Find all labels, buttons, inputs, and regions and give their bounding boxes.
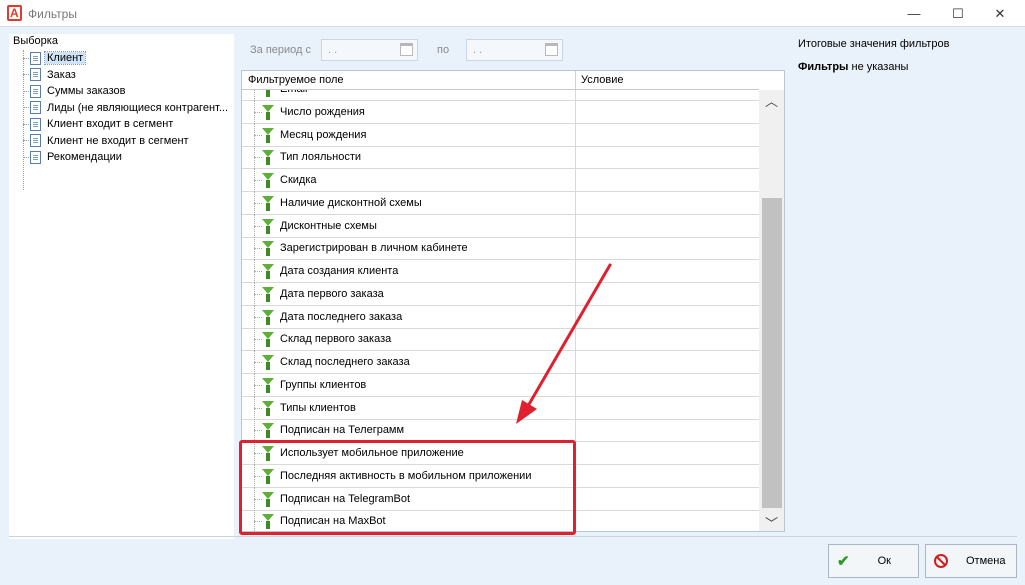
footer-divider [9,536,1017,537]
cancel-icon [934,554,948,568]
checkmark-icon: ✔ [837,553,850,570]
highlight-box [239,440,576,535]
cancel-button[interactable]: Отмена [925,544,1017,578]
summary-text: Фильтры не указаны [798,61,909,73]
summary-title: Итоговые значения фильтров [798,38,950,50]
ok-button[interactable]: ✔ Ок [828,544,919,578]
